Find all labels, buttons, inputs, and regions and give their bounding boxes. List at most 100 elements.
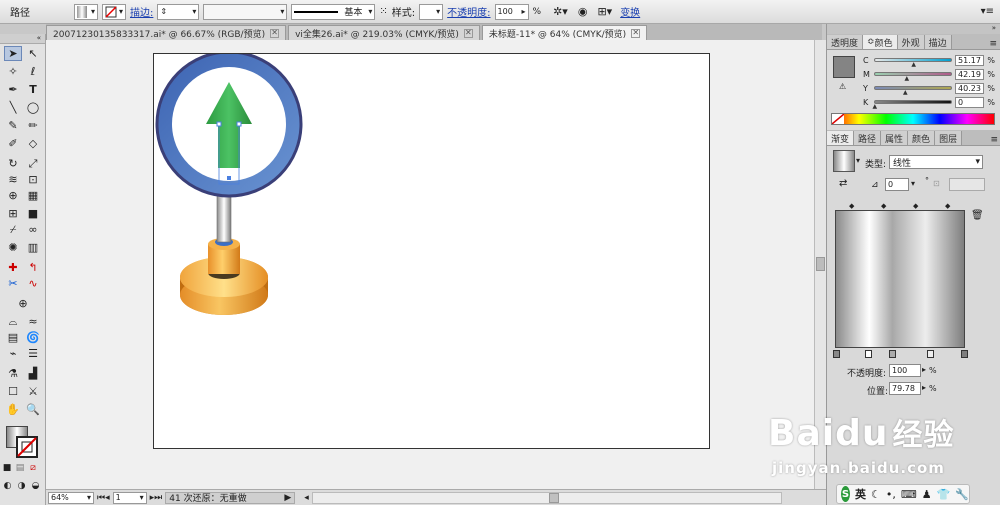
keyboard-icon[interactable]: ⌨: [901, 488, 917, 501]
ime-mode-label[interactable]: 英: [855, 486, 866, 502]
channel-slider-thumb[interactable]: ▲: [911, 61, 916, 68]
stop-opacity-dropdown-icon[interactable]: ▸: [922, 365, 926, 374]
stroke-link[interactable]: 描边:: [130, 4, 153, 19]
scroll-left-icon[interactable]: ◂: [304, 493, 309, 503]
artboard-number-field[interactable]: 1 ▾: [112, 491, 147, 504]
dock-collapse-icon[interactable]: »: [827, 24, 1000, 34]
tab-color-2[interactable]: 颜色: [908, 131, 936, 145]
panel-menu-icon[interactable]: ▾≡: [981, 6, 994, 17]
draw-behind-icon[interactable]: ◑: [15, 478, 28, 493]
color-spectrum-bar[interactable]: [831, 113, 995, 125]
channel-track[interactable]: ▲: [873, 86, 952, 96]
channel-value[interactable]: 42.19: [955, 68, 985, 80]
horizontal-scroll-thumb[interactable]: [548, 492, 559, 503]
gradient-preview-swatch[interactable]: [833, 150, 855, 172]
stroke-color-swatch[interactable]: [16, 436, 38, 458]
fill-swatch[interactable]: ▾: [74, 3, 98, 20]
out-of-gamut-icon[interactable]: ⚠: [839, 82, 846, 91]
delete-stop-icon[interactable]: 🗑: [971, 210, 984, 221]
draw-normal-icon[interactable]: ◐: [1, 478, 14, 493]
toolbox-collapse-icon[interactable]: «: [0, 34, 45, 44]
gradient-stop[interactable]: [833, 350, 840, 358]
smooth-tool-icon[interactable]: ∿: [24, 276, 42, 291]
reverse-gradient-icon[interactable]: ⇄: [839, 178, 847, 189]
channel-track[interactable]: ▲: [873, 100, 952, 110]
midpoint-marker[interactable]: ◆: [881, 202, 886, 210]
gradient-mode-icon[interactable]: ▤: [14, 460, 26, 475]
panel-menu-icon[interactable]: ≡: [990, 135, 1000, 145]
draw-inside-icon[interactable]: ◒: [29, 478, 42, 493]
bar-chart-tool-icon[interactable]: ☰: [24, 346, 42, 361]
status-info[interactable]: 41 次还原：无重做 ▶: [165, 491, 296, 504]
free-transform-tool-icon[interactable]: ⊡: [24, 172, 42, 187]
punctuation-icon[interactable]: •,: [886, 488, 896, 501]
tab-attributes[interactable]: 属性: [881, 131, 909, 145]
transform-link[interactable]: 变换: [620, 4, 640, 19]
gradient-stop[interactable]: [927, 350, 934, 358]
close-tab-icon[interactable]: ✕: [631, 28, 641, 38]
chart-tool-icon[interactable]: ▤: [4, 330, 22, 345]
tab-appearance[interactable]: 外观: [897, 35, 925, 49]
slice-tool-icon[interactable]: ⚔: [24, 384, 42, 399]
channel-slider-thumb[interactable]: ▲: [903, 89, 908, 96]
line-tool-icon[interactable]: ╲: [4, 100, 22, 115]
none-mode-icon[interactable]: ⧄: [27, 460, 39, 475]
wrench-icon[interactable]: 🔧: [955, 488, 969, 501]
gradient-stop[interactable]: [865, 350, 872, 358]
convert-anchor-point-tool-icon[interactable]: ↰: [24, 260, 42, 275]
gradient-tool-icon[interactable]: ■: [24, 206, 42, 221]
prev-artboard-icon[interactable]: ⏮◂: [97, 493, 110, 503]
gradient-type-select[interactable]: 线性 ▾: [889, 155, 983, 169]
angle-dropdown-icon[interactable]: ▾: [911, 179, 915, 188]
perspective-grid-tool-icon[interactable]: ▦: [24, 188, 42, 203]
paintbrush-tool-icon[interactable]: ✎: [4, 118, 22, 133]
direct-selection-tool-icon[interactable]: ↖: [24, 46, 42, 61]
measure-tool-icon[interactable]: ▟: [24, 366, 42, 381]
eyedropper-tool-icon[interactable]: ⌿: [4, 222, 22, 237]
moon-icon[interactable]: ☾: [871, 488, 881, 501]
aspect-ratio-icon[interactable]: ⊡: [933, 179, 940, 188]
midpoint-marker[interactable]: ◆: [945, 202, 950, 210]
document-tab[interactable]: 20071230135833317.ai* @ 66.67% (RGB/预览) ✕: [46, 25, 287, 40]
stroke-weight-field[interactable]: ⇕ ▾: [157, 3, 200, 20]
midpoint-marker[interactable]: ◆: [913, 202, 918, 210]
ime-logo-icon[interactable]: S: [841, 486, 850, 502]
canvas-area[interactable]: [46, 40, 814, 489]
align-icon[interactable]: ⁙: [379, 6, 387, 17]
aspect-ratio-field[interactable]: [949, 178, 985, 191]
gradient-slider[interactable]: [835, 210, 965, 348]
horizontal-scrollbar[interactable]: [311, 491, 782, 504]
warp-tool-icon[interactable]: ≈: [24, 314, 42, 329]
angle-field[interactable]: 0: [885, 178, 909, 191]
artboard-tool-icon[interactable]: ☐: [4, 384, 22, 399]
blend-tool-icon[interactable]: ∞: [24, 222, 42, 237]
type-tool-icon[interactable]: T: [24, 82, 42, 97]
pencil-tool-icon[interactable]: ✏: [24, 118, 42, 133]
channel-value[interactable]: 0: [955, 96, 985, 108]
stroke-swatch[interactable]: ▾: [102, 3, 126, 20]
eraser-tool-icon[interactable]: ◇: [24, 136, 42, 151]
document-tab[interactable]: vi全集26.ai* @ 219.03% (CMYK/预览) ✕: [288, 25, 480, 40]
channel-value[interactable]: 40.23: [955, 82, 985, 94]
stop-location-field[interactable]: 79.78: [889, 382, 921, 395]
pen-tool-icon[interactable]: ✒: [4, 82, 22, 97]
graphic-style-swatch[interactable]: ▾: [419, 3, 444, 20]
variable-width-profile[interactable]: ▾: [203, 3, 288, 20]
next-artboard-icon[interactable]: ▸⏭: [150, 493, 163, 503]
tab-transparency[interactable]: 透明度: [827, 35, 864, 49]
graph-line-tool-icon[interactable]: ⌁: [4, 346, 22, 361]
opacity-link[interactable]: 不透明度:: [447, 4, 490, 19]
close-tab-icon[interactable]: ✕: [270, 28, 280, 38]
color-slider-k[interactable]: K ▲ 0%: [863, 96, 995, 110]
ellipse-tool-icon[interactable]: ◯: [24, 100, 42, 115]
stop-location-dropdown-icon[interactable]: ▸: [922, 383, 926, 392]
mesh-tool-icon[interactable]: ⊞: [4, 206, 22, 221]
tab-pathfinder[interactable]: 路径: [854, 131, 882, 145]
ime-toolbar[interactable]: S 英 ☾ •, ⌨ ♟ 👕 🔧: [836, 484, 970, 504]
gradient-dropdown-icon[interactable]: ▾: [856, 156, 860, 165]
gradient-stop[interactable]: [889, 350, 896, 358]
scale-tool-icon[interactable]: ⤢: [24, 156, 42, 171]
none-color-icon[interactable]: [832, 114, 844, 124]
channel-value[interactable]: 51.17: [955, 54, 985, 66]
lasso-tool-icon[interactable]: ℓ: [24, 64, 42, 79]
